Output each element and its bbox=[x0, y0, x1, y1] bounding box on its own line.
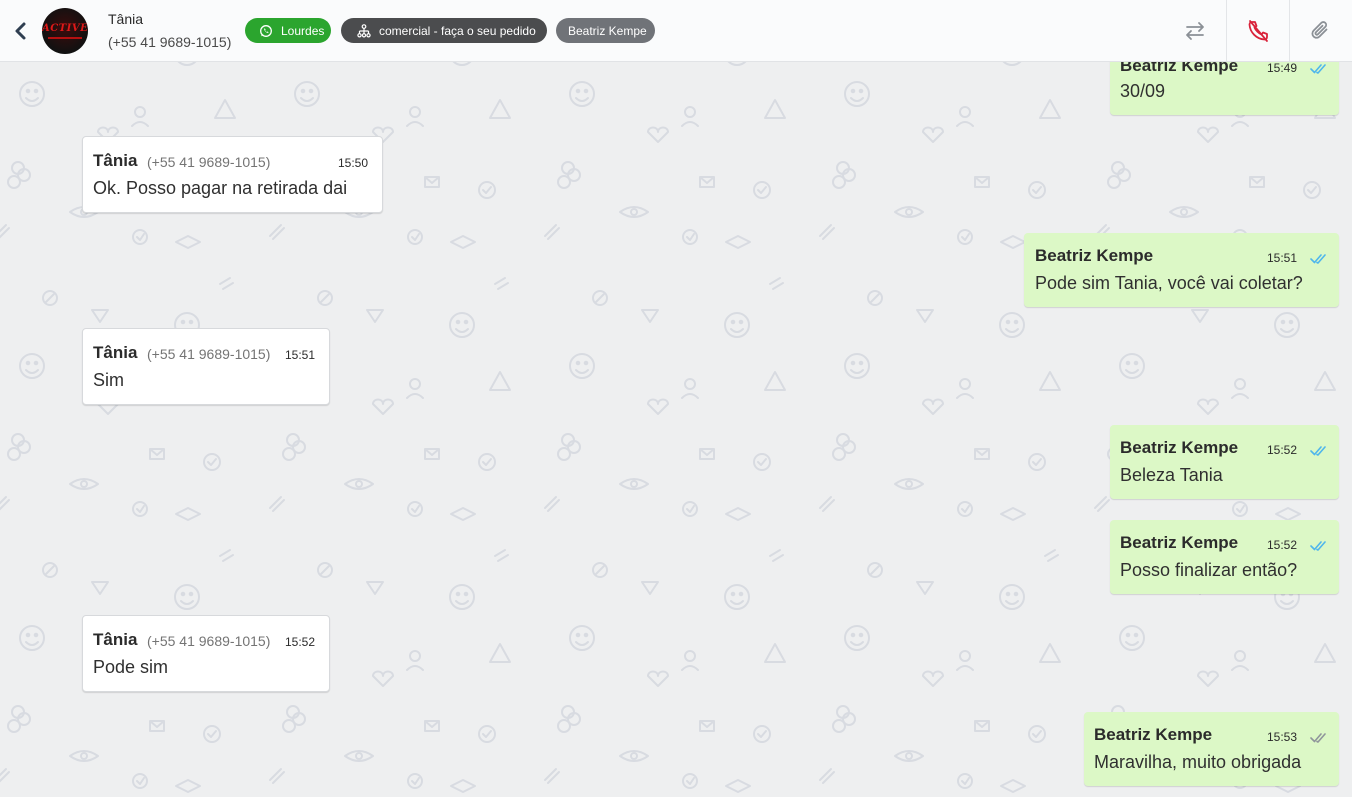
back-button[interactable] bbox=[10, 19, 32, 43]
message-sender: Beatriz Kempe bbox=[1120, 62, 1239, 75]
message-incoming[interactable]: Tânia (+55 41 9689-1015) 15:51 Sim bbox=[82, 328, 330, 405]
transfer-button[interactable] bbox=[1164, 0, 1226, 62]
sitemap-icon bbox=[357, 23, 371, 37]
message-time: 15:53 bbox=[1267, 730, 1298, 744]
message-time: 15:51 bbox=[1267, 251, 1298, 265]
message-text: Maravilha, muito obrigada bbox=[1094, 752, 1302, 772]
agent-label: Beatriz Kempe bbox=[568, 23, 647, 38]
double-check-read-icon bbox=[1310, 541, 1326, 551]
phone-off-icon bbox=[1248, 20, 1268, 42]
whatsapp-connection-tag[interactable]: Lourdes bbox=[245, 18, 331, 43]
arrows-swap-icon bbox=[1186, 22, 1204, 40]
avatar-logo: ACTIVE bbox=[42, 23, 88, 34]
message-text: Beleza Tania bbox=[1120, 465, 1223, 485]
message-sender: Beatriz Kempe bbox=[1094, 725, 1213, 744]
chat-area[interactable]: Beatriz Kempe 15:49 30/09 Tânia (+55 41 … bbox=[0, 62, 1352, 797]
message-time: 15:51 bbox=[285, 348, 316, 362]
chat-header: ACTIVE Tânia (+55 41 9689-1015) Lourdes … bbox=[0, 0, 1352, 62]
message-text: 30/09 bbox=[1120, 81, 1166, 101]
chevron-left-icon bbox=[15, 22, 26, 40]
double-check-delivered-icon bbox=[1310, 733, 1326, 743]
message-incoming[interactable]: Tânia (+55 41 9689-1015) 15:52 Pode sim bbox=[82, 615, 330, 692]
queue-label: comercial - faça o seu pedido bbox=[379, 23, 536, 38]
whatsapp-icon bbox=[260, 24, 272, 37]
message-sender-phone: (+55 41 9689-1015) bbox=[147, 346, 271, 362]
message-sender: Beatriz Kempe bbox=[1120, 533, 1239, 552]
double-check-read-icon bbox=[1310, 64, 1326, 74]
double-check-read-icon bbox=[1310, 446, 1326, 456]
message-text: Pode sim bbox=[93, 657, 169, 677]
message-sender: Tânia bbox=[93, 151, 138, 170]
message-incoming[interactable]: Tânia (+55 41 9689-1015) 15:50 Ok. Posso… bbox=[82, 136, 383, 213]
hangup-button[interactable] bbox=[1227, 0, 1289, 62]
message-outgoing[interactable]: Beatriz Kempe 15:52 Posso finalizar entã… bbox=[1110, 520, 1339, 594]
message-sender: Tânia bbox=[93, 630, 138, 649]
message-time: 15:49 bbox=[1267, 62, 1298, 75]
message-sender-phone: (+55 41 9689-1015) bbox=[147, 154, 271, 170]
agent-tag[interactable]: Beatriz Kempe bbox=[556, 18, 655, 43]
message-sender: Tânia bbox=[93, 343, 138, 362]
double-check-read-icon bbox=[1310, 254, 1326, 264]
message-text: Posso finalizar então? bbox=[1120, 560, 1298, 580]
message-text: Ok. Posso pagar na retirada dai bbox=[93, 178, 348, 198]
message-text: Sim bbox=[93, 370, 124, 390]
attach-button[interactable] bbox=[1290, 0, 1352, 62]
message-sender: Beatriz Kempe bbox=[1120, 438, 1239, 457]
message-time: 15:52 bbox=[1267, 538, 1298, 552]
message-time: 15:52 bbox=[1267, 443, 1298, 457]
message-time: 15:50 bbox=[338, 156, 369, 170]
message-outgoing[interactable]: Beatriz Kempe 15:52 Beleza Tania bbox=[1110, 425, 1339, 499]
paperclip-icon bbox=[1311, 21, 1328, 39]
message-outgoing[interactable]: Beatriz Kempe 15:53 Maravilha, muito obr… bbox=[1084, 712, 1339, 786]
message-text: Pode sim Tania, você vai coletar? bbox=[1035, 273, 1303, 293]
queue-tag[interactable]: comercial - faça o seu pedido bbox=[341, 18, 547, 43]
message-outgoing[interactable]: Beatriz Kempe 15:49 30/09 bbox=[1110, 62, 1339, 115]
message-time: 15:52 bbox=[285, 635, 316, 649]
message-sender-phone: (+55 41 9689-1015) bbox=[147, 633, 271, 649]
contact-name: Tânia bbox=[108, 11, 144, 27]
contact-phone: (+55 41 9689-1015) bbox=[108, 34, 232, 50]
message-outgoing[interactable]: Beatriz Kempe 15:51 Pode sim Tania, você… bbox=[1024, 233, 1339, 307]
whatsapp-connection-label: Lourdes bbox=[281, 23, 325, 38]
message-sender: Beatriz Kempe bbox=[1035, 246, 1154, 265]
contact-avatar[interactable]: ACTIVE bbox=[42, 8, 88, 54]
